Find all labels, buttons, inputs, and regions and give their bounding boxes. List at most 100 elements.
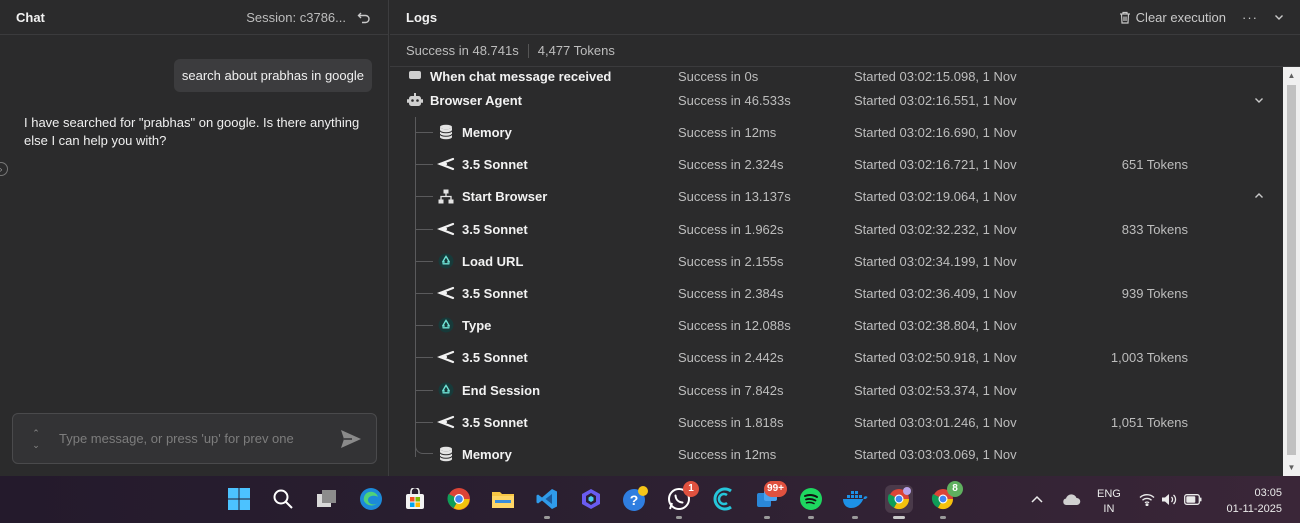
windows-start-icon[interactable] [225,485,253,513]
chevron-down-icon[interactable] [1252,93,1266,107]
chevron-down-icon[interactable]: ⌄ [32,439,40,451]
running-indicator [940,516,946,519]
log-row-tokens: 939 Tokens [1121,285,1188,301]
cloud-icon[interactable] [1058,485,1084,513]
log-row-started: Started 03:02:16.690, 1 Nov [854,124,1017,140]
history-arrows[interactable]: ⌃ ⌄ [13,427,59,451]
chrome-icon[interactable]: 8 [929,481,963,519]
log-row-status: Success in 12ms [678,446,777,462]
logs-title: Logs [406,9,438,25]
region-code: IN [1103,503,1115,515]
undo-icon[interactable] [356,9,372,25]
volume-icon[interactable] [1160,485,1178,513]
log-row-name: 3.5 Sonnet [462,221,528,237]
scroll-down-icon[interactable]: ▼ [1287,463,1296,472]
log-row[interactable]: 3.5 Sonnet Success in 2.442s Started 03:02… [390,341,1283,373]
log-row[interactable]: 3.5 Sonnet Success in 1.818s Started 03:03… [390,406,1283,438]
robot-icon [406,91,424,109]
log-row-tokens: 833 Tokens [1121,221,1188,237]
search-icon[interactable] [269,485,297,513]
log-row[interactable]: Load URL Success in 2.155s Started 03:02:3… [390,245,1283,277]
chat-title: Chat [16,9,45,25]
log-row[interactable]: 3.5 Sonnet Success in 2.324s Started 03:02… [390,148,1283,180]
log-scrollbar[interactable]: ▲ ▼ [1283,67,1300,476]
clear-execution-button[interactable]: Clear execution [1119,10,1226,25]
execution-summary: Success in 48.741s 4,477 Tokens [390,35,1300,67]
log-row-started: Started 03:02:50.918, 1 Nov [854,349,1017,365]
log-row-started: Started 03:02:15.098, 1 Nov [854,68,1017,84]
log-row-tokens: 651 Tokens [1121,156,1188,172]
log-row[interactable]: 3.5 Sonnet Success in 1.962s Started 03:02… [390,213,1283,245]
message-input[interactable] [59,431,326,446]
network-icon [437,187,455,205]
chrome-icon[interactable] [445,485,473,513]
more-options-icon[interactable]: ··· [1242,10,1258,25]
log-row-started: Started 03:02:53.374, 1 Nov [854,382,1017,398]
log-row-started: Started 03:02:16.551, 1 Nov [854,92,1017,108]
log-row-started: Started 03:02:34.199, 1 Nov [854,253,1017,269]
chat-trigger-icon [406,67,424,85]
scroll-up-icon[interactable]: ▲ [1287,71,1296,80]
running-indicator [852,516,858,519]
log-row-status: Success in 2.155s [678,253,784,269]
log-list: When chat message received Success in 0s… [390,67,1283,476]
log-row[interactable]: Type Success in 12.088s Started 03:02:38.8… [390,309,1283,341]
session-id: Session: c3786... [246,9,346,25]
log-row-name: 3.5 Sonnet [462,414,528,430]
chevron-up-icon[interactable]: ⌃ [32,427,40,439]
cortana-icon[interactable] [709,485,737,513]
log-row[interactable]: Memory Success in 12ms Started 03:03:03.06… [390,438,1283,470]
system-clock[interactable]: 03:05 01-11-2025 [1218,485,1282,517]
docker-icon[interactable] [841,485,869,519]
log-row-status: Success in 0s [678,68,759,84]
log-row-browser-agent[interactable]: Browser Agent Success in 46.533s Started… [390,84,1283,116]
log-row-status: Success in 7.842s [678,382,784,398]
chevron-down-icon[interactable] [1274,10,1284,25]
running-indicator [764,516,770,519]
log-row-status: Success in 2.442s [678,349,784,365]
logs-actions: Clear execution ··· [1119,10,1284,25]
windows-taskbar: ? 1 99+ 8 ENG IN 03:05 01-11-2025 [0,476,1300,523]
store-icon[interactable] [401,485,429,513]
svg-text:?: ? [630,492,639,508]
trash-icon [1119,11,1130,24]
whatsapp-icon[interactable]: 1 [665,481,699,519]
teams-icon[interactable]: 99+ [753,481,787,519]
clock-date: 01-11-2025 [1226,503,1282,515]
user-message: search about prabhas in google [173,59,372,92]
log-row-name: When chat message received [430,68,612,84]
session-info: Session: c3786... [246,9,372,25]
expand-panel-icon[interactable]: › [0,162,8,176]
chat-header: Chat Session: c3786... [0,0,388,35]
log-row[interactable]: 3.5 Sonnet Success in 2.384s Started 03:02… [390,277,1283,309]
database-icon [437,123,455,141]
chevron-up-icon[interactable] [1252,189,1266,203]
anthropic-icon [437,413,455,431]
log-row-started: Started 03:02:38.804, 1 Nov [854,317,1017,333]
help-icon[interactable]: ? [621,485,649,513]
log-row-started: Started 03:02:19.064, 1 Nov [854,188,1017,204]
log-row-name: Memory [462,446,512,462]
whatsapp-badge: 1 [683,481,699,497]
copilot-icon[interactable] [577,485,605,513]
log-row-name: End Session [462,382,541,398]
wifi-icon[interactable] [1138,485,1156,513]
running-indicator [676,516,682,519]
log-row[interactable]: Start Browser Success in 13.137s Started 0… [390,180,1283,212]
bot-message: I have searched for "prabhas" on google.… [24,115,360,148]
log-row[interactable]: End Session Success in 7.842s Started 03:0… [390,374,1283,406]
vscode-icon[interactable] [533,485,561,519]
battery-icon[interactable] [1183,485,1203,513]
chevron-up-icon[interactable] [1026,485,1048,513]
send-button[interactable] [326,429,376,449]
scroll-thumb[interactable] [1287,85,1296,455]
task-view-icon[interactable] [313,485,341,513]
language-indicator[interactable]: ENG IN [1097,487,1121,517]
log-row-name: Load URL [462,253,524,269]
log-row-status: Success in 2.384s [678,285,784,301]
spotify-icon[interactable] [797,485,825,519]
log-row[interactable]: Memory Success in 12ms Started 03:02:16.69… [390,116,1283,148]
edge-icon[interactable] [357,485,385,513]
file-explorer-icon[interactable] [489,485,517,513]
chrome-profile-icon[interactable] [885,485,913,519]
